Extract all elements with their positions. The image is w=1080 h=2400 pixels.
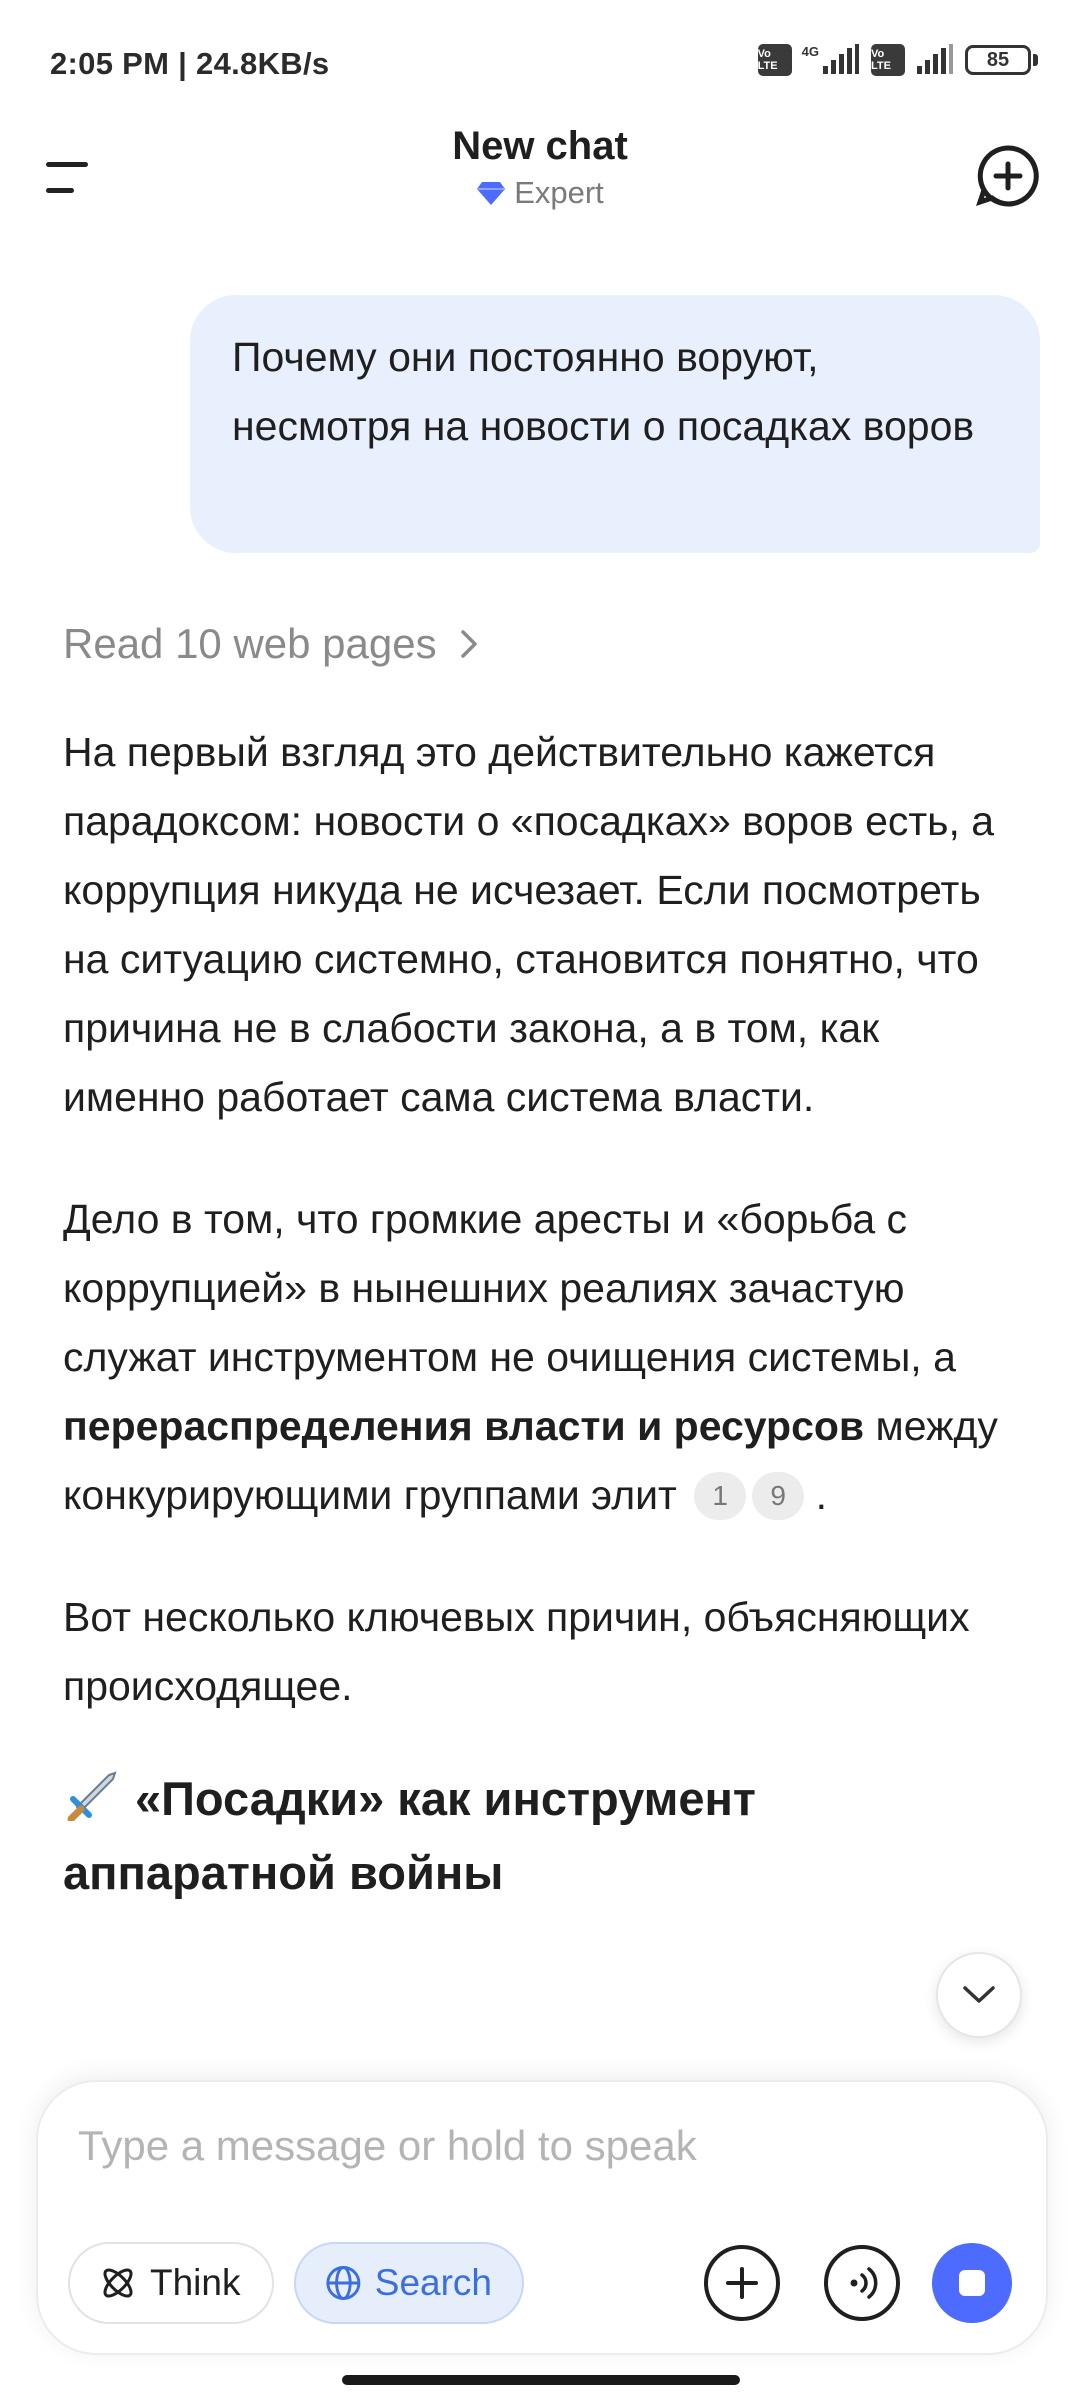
citation-badge-1[interactable]: 1 [694, 1471, 747, 1520]
model-label: Expert [514, 175, 604, 210]
stop-icon [959, 2270, 985, 2296]
answer-paragraph-2-tail: . [815, 1472, 828, 1518]
diamond-icon [477, 182, 506, 205]
chevron-down-icon [963, 1986, 995, 2003]
scroll-to-bottom-button[interactable] [936, 1952, 1022, 2038]
network-type-label: 4G [801, 43, 819, 59]
message-composer: Type a message or hold to speak Think Se… [36, 2080, 1048, 2355]
status-icons: Vo LTE 4G Vo LTE 85 [757, 43, 1038, 76]
plus-icon [726, 2267, 758, 2299]
volte-icon-2: Vo LTE [871, 44, 905, 76]
think-label: Think [150, 2262, 241, 2303]
signal-icon-2 [917, 44, 953, 74]
status-time: 2:05 PM | 24.8KB/s [50, 46, 330, 81]
volte-icon: Vo LTE [757, 44, 792, 76]
header-center: New chat Expert [0, 120, 1080, 211]
answer-heading: «Посадки» как инструмент аппаратной войн… [63, 1762, 1023, 1910]
signal-icon [823, 44, 859, 74]
new-chat-button[interactable] [974, 142, 1042, 210]
answer-paragraph-1: На первый взгляд это действительно кажет… [63, 729, 995, 1120]
read-web-pages-link[interactable]: Read 10 web pages [63, 620, 479, 668]
battery-icon: 85 [965, 45, 1038, 75]
status-bar: 2:05 PM | 24.8KB/s Vo LTE 4G Vo LTE 85 [0, 0, 1080, 130]
think-toggle[interactable]: Think [68, 2242, 274, 2324]
atom-icon [103, 2268, 133, 2298]
search-toggle[interactable]: Search [294, 2242, 524, 2324]
attach-button[interactable] [704, 2245, 780, 2321]
answer-paragraph-2-start: Дело в том, что громкие аресты и «борьба… [63, 1196, 956, 1380]
chevron-right-icon [460, 630, 477, 658]
user-message-bubble[interactable]: Почему они постоянно воруют, несмотря на… [190, 295, 1040, 553]
battery-level: 85 [965, 45, 1031, 75]
assistant-answer: На первый взгляд это действительно кажет… [63, 718, 1023, 1910]
chat-header: New chat Expert [0, 120, 1080, 230]
globe-icon [326, 2266, 361, 2300]
stop-generation-button[interactable] [932, 2243, 1012, 2323]
page-title: New chat [452, 124, 628, 168]
answer-bold-phrase: перераспределения власти и ресурсов [63, 1403, 865, 1449]
read-web-pages-label: Read 10 web pages [63, 620, 437, 667]
answer-paragraph-3: Вот несколько ключевых причин, объясняющ… [63, 1594, 970, 1709]
model-badge[interactable]: Expert [476, 175, 604, 211]
message-input[interactable]: Type a message or hold to speak [78, 2122, 697, 2170]
search-label: Search [374, 2262, 492, 2303]
new-chat-icon [976, 145, 1039, 207]
citation-badge-9[interactable]: 9 [752, 1471, 805, 1520]
dagger-icon [67, 1771, 117, 1821]
answer-paragraph-2: Дело в том, что громкие аресты и «борьба… [63, 1185, 1023, 1530]
answer-heading-text: «Посадки» как инструмент аппаратной войн… [63, 1772, 756, 1899]
voice-button[interactable] [824, 2245, 900, 2321]
home-indicator[interactable] [342, 2375, 740, 2385]
voice-waves-icon [850, 2267, 878, 2299]
